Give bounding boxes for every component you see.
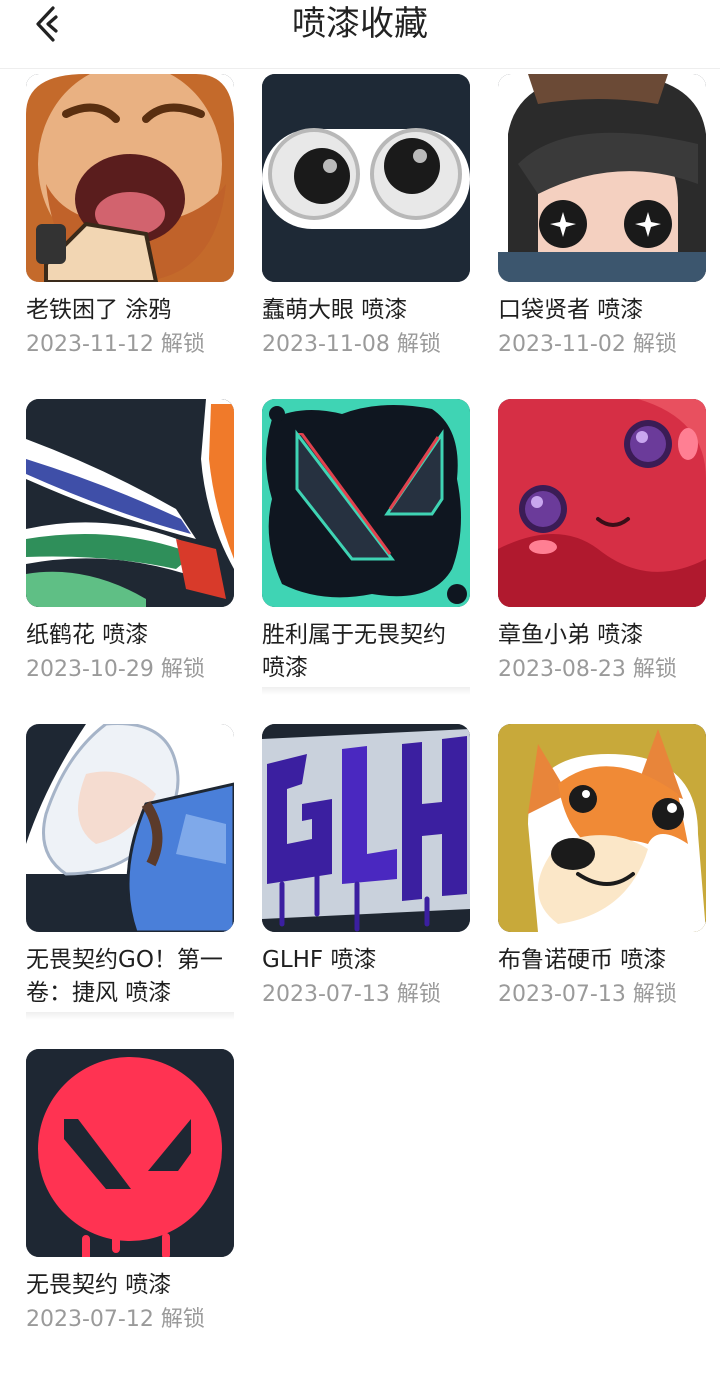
unlock-date: 2023-11-02 解锁 — [498, 332, 677, 357]
truncated-date-fade — [26, 1012, 234, 1020]
valorant-logo-splatter-icon — [262, 399, 470, 607]
spray-name: 纸鹤花 喷漆 — [26, 622, 149, 648]
spray-name: 口袋贤者 喷漆 — [498, 297, 644, 323]
masked-agent-icon — [498, 74, 706, 282]
yawning-bearded-man-icon — [26, 74, 234, 282]
unlock-date: 2023-08-23 解锁 — [498, 657, 677, 682]
spray-card[interactable]: GLHF 喷漆 2023-07-13 解锁 — [262, 724, 470, 1049]
spray-name: 无畏契约 喷漆 — [26, 1272, 172, 1298]
unlock-date: 2023-10-29 解锁 — [26, 657, 205, 682]
unlock-date: 2023-11-08 解锁 — [262, 332, 441, 357]
truncated-date-fade — [262, 687, 470, 695]
spray-card[interactable]: 无畏契约 喷漆 2023-07-12 解锁 — [26, 1049, 234, 1374]
unlock-date: 2023-07-13 解锁 — [262, 982, 441, 1007]
spray-card[interactable]: 老铁困了 涂鸦 2023-11-12 解锁 — [26, 74, 234, 399]
unlock-date: 2023-07-12 解锁 — [26, 1307, 205, 1332]
spray-name: 布鲁诺硬币 喷漆 — [498, 947, 667, 973]
page-title: 喷漆收藏 — [292, 4, 428, 44]
spray-name: 蠢萌大眼 喷漆 — [262, 297, 408, 323]
red-octopus-icon — [498, 399, 706, 607]
spray-name: 老铁困了 涂鸦 — [26, 297, 172, 323]
corgi-coin-icon — [498, 724, 706, 932]
bird-of-paradise-icon — [26, 399, 234, 607]
top-bar: 喷漆收藏 — [0, 0, 720, 69]
spray-name: 章鱼小弟 喷漆 — [498, 622, 644, 648]
unlock-date: 2023-07-13 解锁 — [498, 982, 677, 1007]
spray-card[interactable]: 口袋贤者 喷漆 2023-11-02 解锁 — [498, 74, 706, 399]
glhf-graffiti-icon — [262, 724, 470, 932]
spray-card[interactable]: 布鲁诺硬币 喷漆 2023-07-13 解锁 — [498, 724, 706, 1049]
spray-collection-grid: 老铁困了 涂鸦 2023-11-12 解锁 蠢萌大眼 喷漆 2023-11-08… — [26, 74, 706, 1374]
spray-card[interactable]: 无畏契约GO！第一卷：捷风 喷漆 — [26, 724, 234, 1049]
spray-card[interactable]: 蠢萌大眼 喷漆 2023-11-08 解锁 — [262, 74, 470, 399]
jett-agent-icon — [26, 724, 234, 932]
googly-eyes-icon — [262, 74, 470, 282]
valorant-red-logo-icon — [26, 1049, 234, 1257]
unlock-date: 2023-11-12 解锁 — [26, 332, 205, 357]
spray-card[interactable]: 纸鹤花 喷漆 2023-10-29 解锁 — [26, 399, 234, 724]
spray-name: GLHF 喷漆 — [262, 947, 377, 973]
spray-name: 胜利属于无畏契约 喷漆 — [262, 622, 446, 681]
spray-name: 无畏契约GO！第一卷：捷风 喷漆 — [26, 947, 223, 1006]
spray-card[interactable]: 胜利属于无畏契约 喷漆 — [262, 399, 470, 724]
spray-card[interactable]: 章鱼小弟 喷漆 2023-08-23 解锁 — [498, 399, 706, 724]
